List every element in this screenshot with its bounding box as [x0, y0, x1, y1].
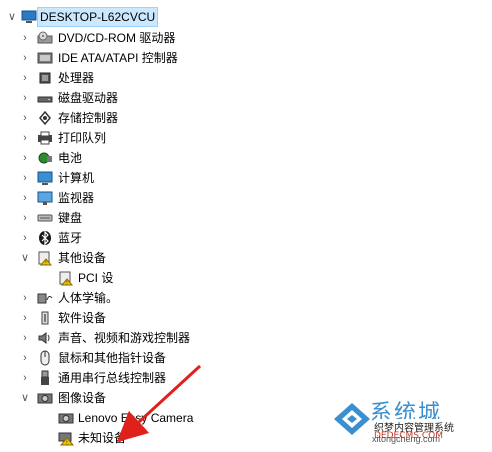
watermark-url: xitongcheng.com — [372, 434, 441, 444]
tree-item-pci-device[interactable]: ! PCI 设 — [0, 268, 300, 288]
svg-text:!: ! — [66, 441, 67, 447]
tree-item-label: 声音、视频和游戏控制器 — [58, 331, 191, 345]
tree-item-disk[interactable]: › 磁盘驱动器 — [0, 88, 300, 108]
tree-item-label: 未知设备 — [78, 431, 127, 445]
tree-item-ide[interactable]: › IDE ATA/ATAPI 控制器 — [0, 48, 300, 68]
tree-item-battery[interactable]: › 电池 — [0, 148, 300, 168]
chevron-down-icon[interactable]: ∨ — [19, 388, 31, 408]
tree-item-label: PCI 设 — [78, 271, 114, 285]
chevron-right-icon[interactable]: › — [19, 168, 31, 188]
watermark-logo-icon — [334, 403, 370, 435]
tree-item-label: 蓝牙 — [58, 231, 83, 245]
svg-text:!: ! — [45, 261, 46, 267]
chevron-down-icon[interactable]: ∨ — [19, 248, 31, 268]
computer-monitor-icon — [37, 170, 53, 186]
tree-item-monitor[interactable]: › 监视器 — [0, 188, 300, 208]
chevron-right-icon[interactable]: › — [19, 108, 31, 128]
warning-device-icon: ! — [58, 270, 74, 287]
chevron-right-icon[interactable]: › — [19, 148, 31, 168]
chevron-right-icon[interactable]: › — [19, 348, 31, 368]
tree-item-mouse[interactable]: › 鼠标和其他指针设备 — [0, 348, 300, 368]
chevron-right-icon[interactable]: › — [19, 68, 31, 88]
storage-controller-icon — [37, 110, 53, 126]
tree-item-label: 键盘 — [58, 211, 83, 225]
hid-icon — [37, 290, 53, 306]
ide-controller-icon — [37, 50, 53, 66]
speaker-icon — [37, 330, 53, 346]
tree-item-processor[interactable]: › 处理器 — [0, 68, 300, 88]
keyboard-icon — [37, 210, 53, 226]
svg-text:!: ! — [66, 281, 67, 287]
chevron-right-icon[interactable]: › — [19, 128, 31, 148]
tree-item-storage[interactable]: › 存储控制器 — [0, 108, 300, 128]
tree-item-lenovo-camera[interactable]: Lenovo Easy Camera — [0, 408, 300, 428]
chevron-right-icon[interactable]: › — [19, 88, 31, 108]
chevron-right-icon[interactable]: › — [19, 228, 31, 248]
battery-icon — [37, 150, 53, 166]
tree-item-label: 图像设备 — [58, 391, 107, 405]
bluetooth-icon — [37, 230, 53, 246]
tree-root[interactable]: ∨ DESKTOP-L62CVCU — [0, 7, 200, 27]
monitor-icon — [37, 190, 53, 206]
chevron-right-icon[interactable]: › — [19, 208, 31, 228]
tree-item-software-device[interactable]: › 软件设备 — [0, 308, 300, 328]
chevron-right-icon[interactable]: › — [19, 28, 31, 48]
computer-icon — [21, 9, 37, 25]
tree-item-dvd[interactable]: › DVD/CD-ROM 驱动器 — [0, 28, 300, 48]
chevron-right-icon[interactable]: › — [19, 48, 31, 68]
tree-root-label: DESKTOP-L62CVCU — [36, 7, 159, 27]
chevron-right-icon[interactable]: › — [19, 308, 31, 328]
disk-drive-icon — [37, 90, 53, 106]
chevron-right-icon[interactable]: › — [19, 368, 31, 388]
tree-item-bluetooth[interactable]: › 蓝牙 — [0, 228, 300, 248]
tree-item-label: IDE ATA/ATAPI 控制器 — [58, 51, 178, 65]
chevron-right-icon[interactable]: › — [19, 288, 31, 308]
tree-item-other-devices[interactable]: ∨ ! 其他设备 — [0, 248, 300, 268]
tree-item-label: 鼠标和其他指针设备 — [58, 351, 167, 365]
software-device-icon — [37, 310, 53, 326]
tree-item-hid[interactable]: › 人体学输。 — [0, 288, 300, 308]
tree-item-label: 电池 — [58, 151, 83, 165]
tree-item-label: DVD/CD-ROM 驱动器 — [58, 31, 176, 45]
dvd-drive-icon — [37, 30, 53, 46]
usb-icon — [37, 370, 53, 386]
tree-item-label: 磁盘驱动器 — [58, 91, 119, 105]
unknown-device-warning-icon: ! — [58, 430, 75, 447]
tree-item-imaging[interactable]: ∨ 图像设备 — [0, 388, 300, 408]
tree-item-label: 处理器 — [58, 71, 95, 85]
tree-item-keyboard[interactable]: › 键盘 — [0, 208, 300, 228]
tree-item-label: Lenovo Easy Camera — [78, 411, 194, 425]
tree-item-label: 存储控制器 — [58, 111, 119, 125]
printer-icon — [37, 130, 53, 146]
imaging-device-icon — [37, 390, 53, 406]
chevron-right-icon[interactable]: › — [19, 188, 31, 208]
chevron-right-icon[interactable]: › — [19, 328, 31, 348]
device-manager-tree: ∨ DESKTOP-L62CVCU › DVD/CD-ROM 驱动器 › IDE… — [0, 0, 492, 447]
tree-item-label: 通用串行总线控制器 — [58, 371, 167, 385]
tree-item-label: 计算机 — [58, 171, 95, 185]
tree-item-sound[interactable]: › 声音、视频和游戏控制器 — [0, 328, 300, 348]
other-devices-icon: ! — [37, 250, 53, 267]
tree-item-computer[interactable]: › 计算机 — [0, 168, 300, 188]
mouse-icon — [37, 350, 53, 366]
chevron-down-icon[interactable]: ∨ — [6, 7, 18, 27]
tree-item-label: 打印队列 — [58, 131, 107, 145]
processor-icon — [37, 70, 53, 86]
tree-item-unknown-device[interactable]: ! 未知设备 — [0, 428, 300, 448]
tree-item-label: 其他设备 — [58, 251, 107, 265]
tree-item-label: 人体学输。 — [58, 291, 119, 305]
tree-item-label: 监视器 — [58, 191, 95, 205]
tree-item-usb[interactable]: › 通用串行总线控制器 — [0, 368, 300, 388]
tree-item-print-queue[interactable]: › 打印队列 — [0, 128, 300, 148]
camera-icon — [58, 410, 74, 426]
tree-item-label: 软件设备 — [58, 311, 107, 325]
